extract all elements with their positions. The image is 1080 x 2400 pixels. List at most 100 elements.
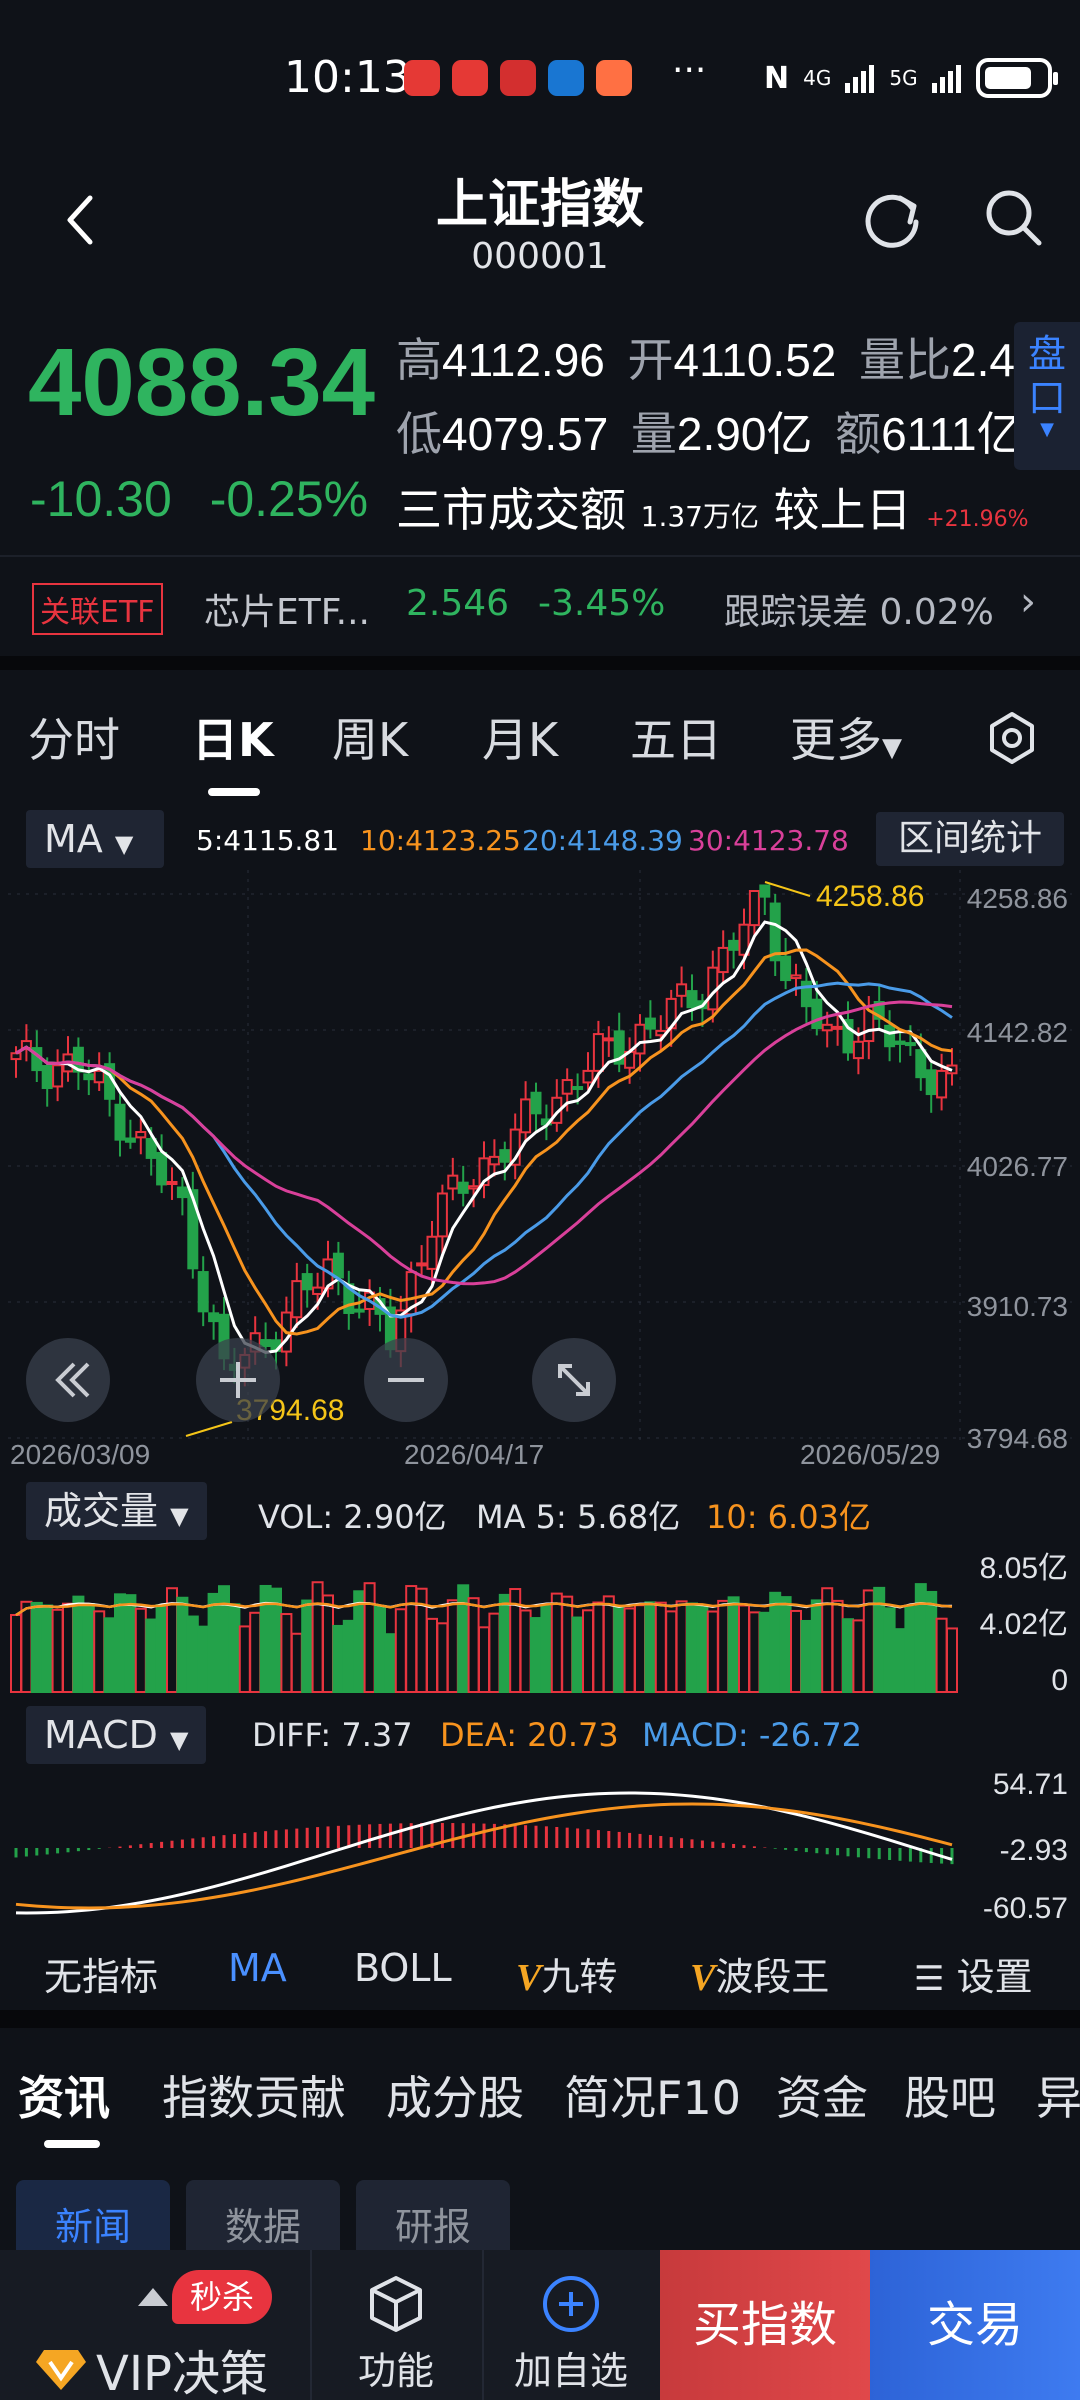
volume-bar [103,1617,116,1693]
tab-constituents[interactable]: 成分股 [386,2062,524,2128]
indicator-ma[interactable]: MA [228,1946,287,1990]
info-tabs: 资讯 指数贡献 成分股 简况F10 资金 股吧 异 [0,2028,1080,2148]
volume-bar [894,1628,906,1693]
macd-lines [15,1791,953,1915]
candle-body [936,1069,948,1099]
tab-five-day[interactable]: 五日 [630,704,722,770]
quote-row-2: 低4079.57 量2.90亿 额6111亿 [396,398,1031,464]
subtab-news[interactable]: 新闻 [16,2180,170,2260]
volume-bar [114,1593,126,1694]
volume-bar [561,1595,574,1693]
indicator-jiuzhuan[interactable]: V九转 [516,1946,617,2001]
volume-chart[interactable]: 8.05亿 4.02亿 0 [0,1540,1080,1700]
tab-weekly-k[interactable]: 周K [332,704,408,770]
low-label: 低 [396,407,442,461]
candle-body [93,1069,105,1084]
zoom-in-button[interactable] [196,1338,280,1422]
refresh-icon[interactable] [860,186,926,252]
related-etf-bar[interactable]: 关联ETF 芯片ETF... 2.546 -3.45% 跟踪误差 0.02% › [0,555,1080,655]
function-button[interactable]: 功能 [310,2250,480,2400]
vol-y-tick-2: 0 [1051,1664,1068,1697]
candle-body [634,1023,646,1055]
candle-body [176,1186,188,1199]
vs-value: +21.96% [926,507,1029,532]
amount-value: 6111亿 [881,408,1023,460]
more-notifications-icon: ··· [672,50,707,91]
bank-app-icon [500,60,536,96]
high-value: 4112.96 [442,334,605,386]
candle-body [156,1151,168,1186]
macd-chart[interactable]: 54.71 -2.93 -60.57 [0,1764,1080,1930]
indicator-boduanwang-label: 波段王 [715,1955,830,1999]
sub-tabs: 新闻 数据 研报 [0,2180,1080,2260]
kline-chart[interactable]: 4258.86 4142.82 4026.77 3910.73 3794.68 … [0,870,1080,1480]
vol-y-tick-0: 8.05亿 [980,1552,1068,1585]
vip-button[interactable]: 秒杀 VIP决策 [0,2250,306,2400]
candle-body [499,1149,511,1163]
taobao-app-icon [596,60,632,96]
trade-button[interactable]: 交易 [870,2250,1080,2400]
amount-label: 额 [835,407,882,461]
tab-anomaly[interactable]: 异 [1036,2062,1080,2128]
tab-news[interactable]: 资讯 [18,2062,110,2128]
high-marker-label: 4258.86 [816,880,924,913]
plus-circle-icon [543,2276,599,2332]
active-tab-indicator [44,2140,100,2148]
volume-bar [738,1604,750,1693]
volume-bar [478,1626,490,1693]
fullscreen-button[interactable] [532,1338,616,1422]
volume-bar [41,1604,54,1693]
ccb-app-icon [548,60,584,96]
candle-body [748,890,760,927]
zoom-out-button[interactable] [364,1338,448,1422]
indicator-boll[interactable]: BOLL [354,1946,452,1990]
bottom-bar: 秒杀 VIP决策 功能 加自选 买指数 交易 [0,2250,1080,2400]
high-label: 高 [396,333,442,387]
tab-forum[interactable]: 股吧 [904,2062,996,2128]
rewind-button[interactable] [26,1338,110,1422]
ma-selector[interactable]: MA ▼ [26,810,164,868]
volume-bar [197,1625,210,1693]
candle-body [520,1098,532,1134]
kline-x-axis: 2026/03/09 2026/04/17 2026/05/29 [10,1439,940,1470]
candle-body [644,1017,656,1030]
tab-more[interactable]: 更多▼ [790,704,902,770]
candle-body [717,946,729,974]
volume-bar [550,1592,563,1693]
candle-body [852,1040,864,1060]
volume-bar [436,1622,449,1693]
indicator-boduanwang[interactable]: V波段王 [690,1946,829,2001]
tab-daily-k[interactable]: 日K [192,704,274,770]
search-icon[interactable] [982,186,1044,248]
volume-bar [124,1594,137,1693]
candle-body [686,990,698,1009]
subtab-data[interactable]: 数据 [186,2180,340,2260]
range-stats-button[interactable]: 区间统计 [876,812,1064,866]
candle-body [353,1308,365,1313]
volume-bar [717,1599,730,1693]
tab-capital[interactable]: 资金 [776,2062,868,2128]
buy-index-button[interactable]: 买指数 [660,2250,870,2400]
tab-intraday[interactable]: 分时 [28,704,120,770]
caret-down-icon: ▼ [114,830,134,858]
add-watchlist-button[interactable]: 加自选 [482,2250,658,2400]
gear-icon[interactable] [984,710,1040,766]
indicator-settings[interactable]: ☰ 设置 [914,1946,1033,2001]
volume-bar [405,1585,418,1693]
indicator-none[interactable]: 无指标 [44,1946,158,2001]
tab-monthly-k[interactable]: 月K [482,704,558,770]
volume-bar [311,1581,324,1693]
candle-body [780,955,792,982]
tab-index-contribution[interactable]: 指数贡献 [162,2062,346,2128]
pankou-button[interactable]: 盘口 ▼ [1014,322,1080,470]
macd-y-tick-0: 54.71 [993,1768,1068,1801]
add-watchlist-label: 加自选 [513,2349,628,2393]
tab-f10[interactable]: 简况F10 [564,2062,741,2128]
macd-selector[interactable]: MACD ▼ [26,1706,207,1764]
signal-5g-icon: 5G [889,66,918,90]
etf-percent: -3.45% [538,583,666,624]
kline-y-axis: 4258.86 4142.82 4026.77 3910.73 3794.68 [967,883,1068,1454]
volume-selector[interactable]: 成交量 ▼ [26,1482,207,1540]
subtab-research[interactable]: 研报 [356,2180,510,2260]
volume-bar [30,1601,43,1693]
